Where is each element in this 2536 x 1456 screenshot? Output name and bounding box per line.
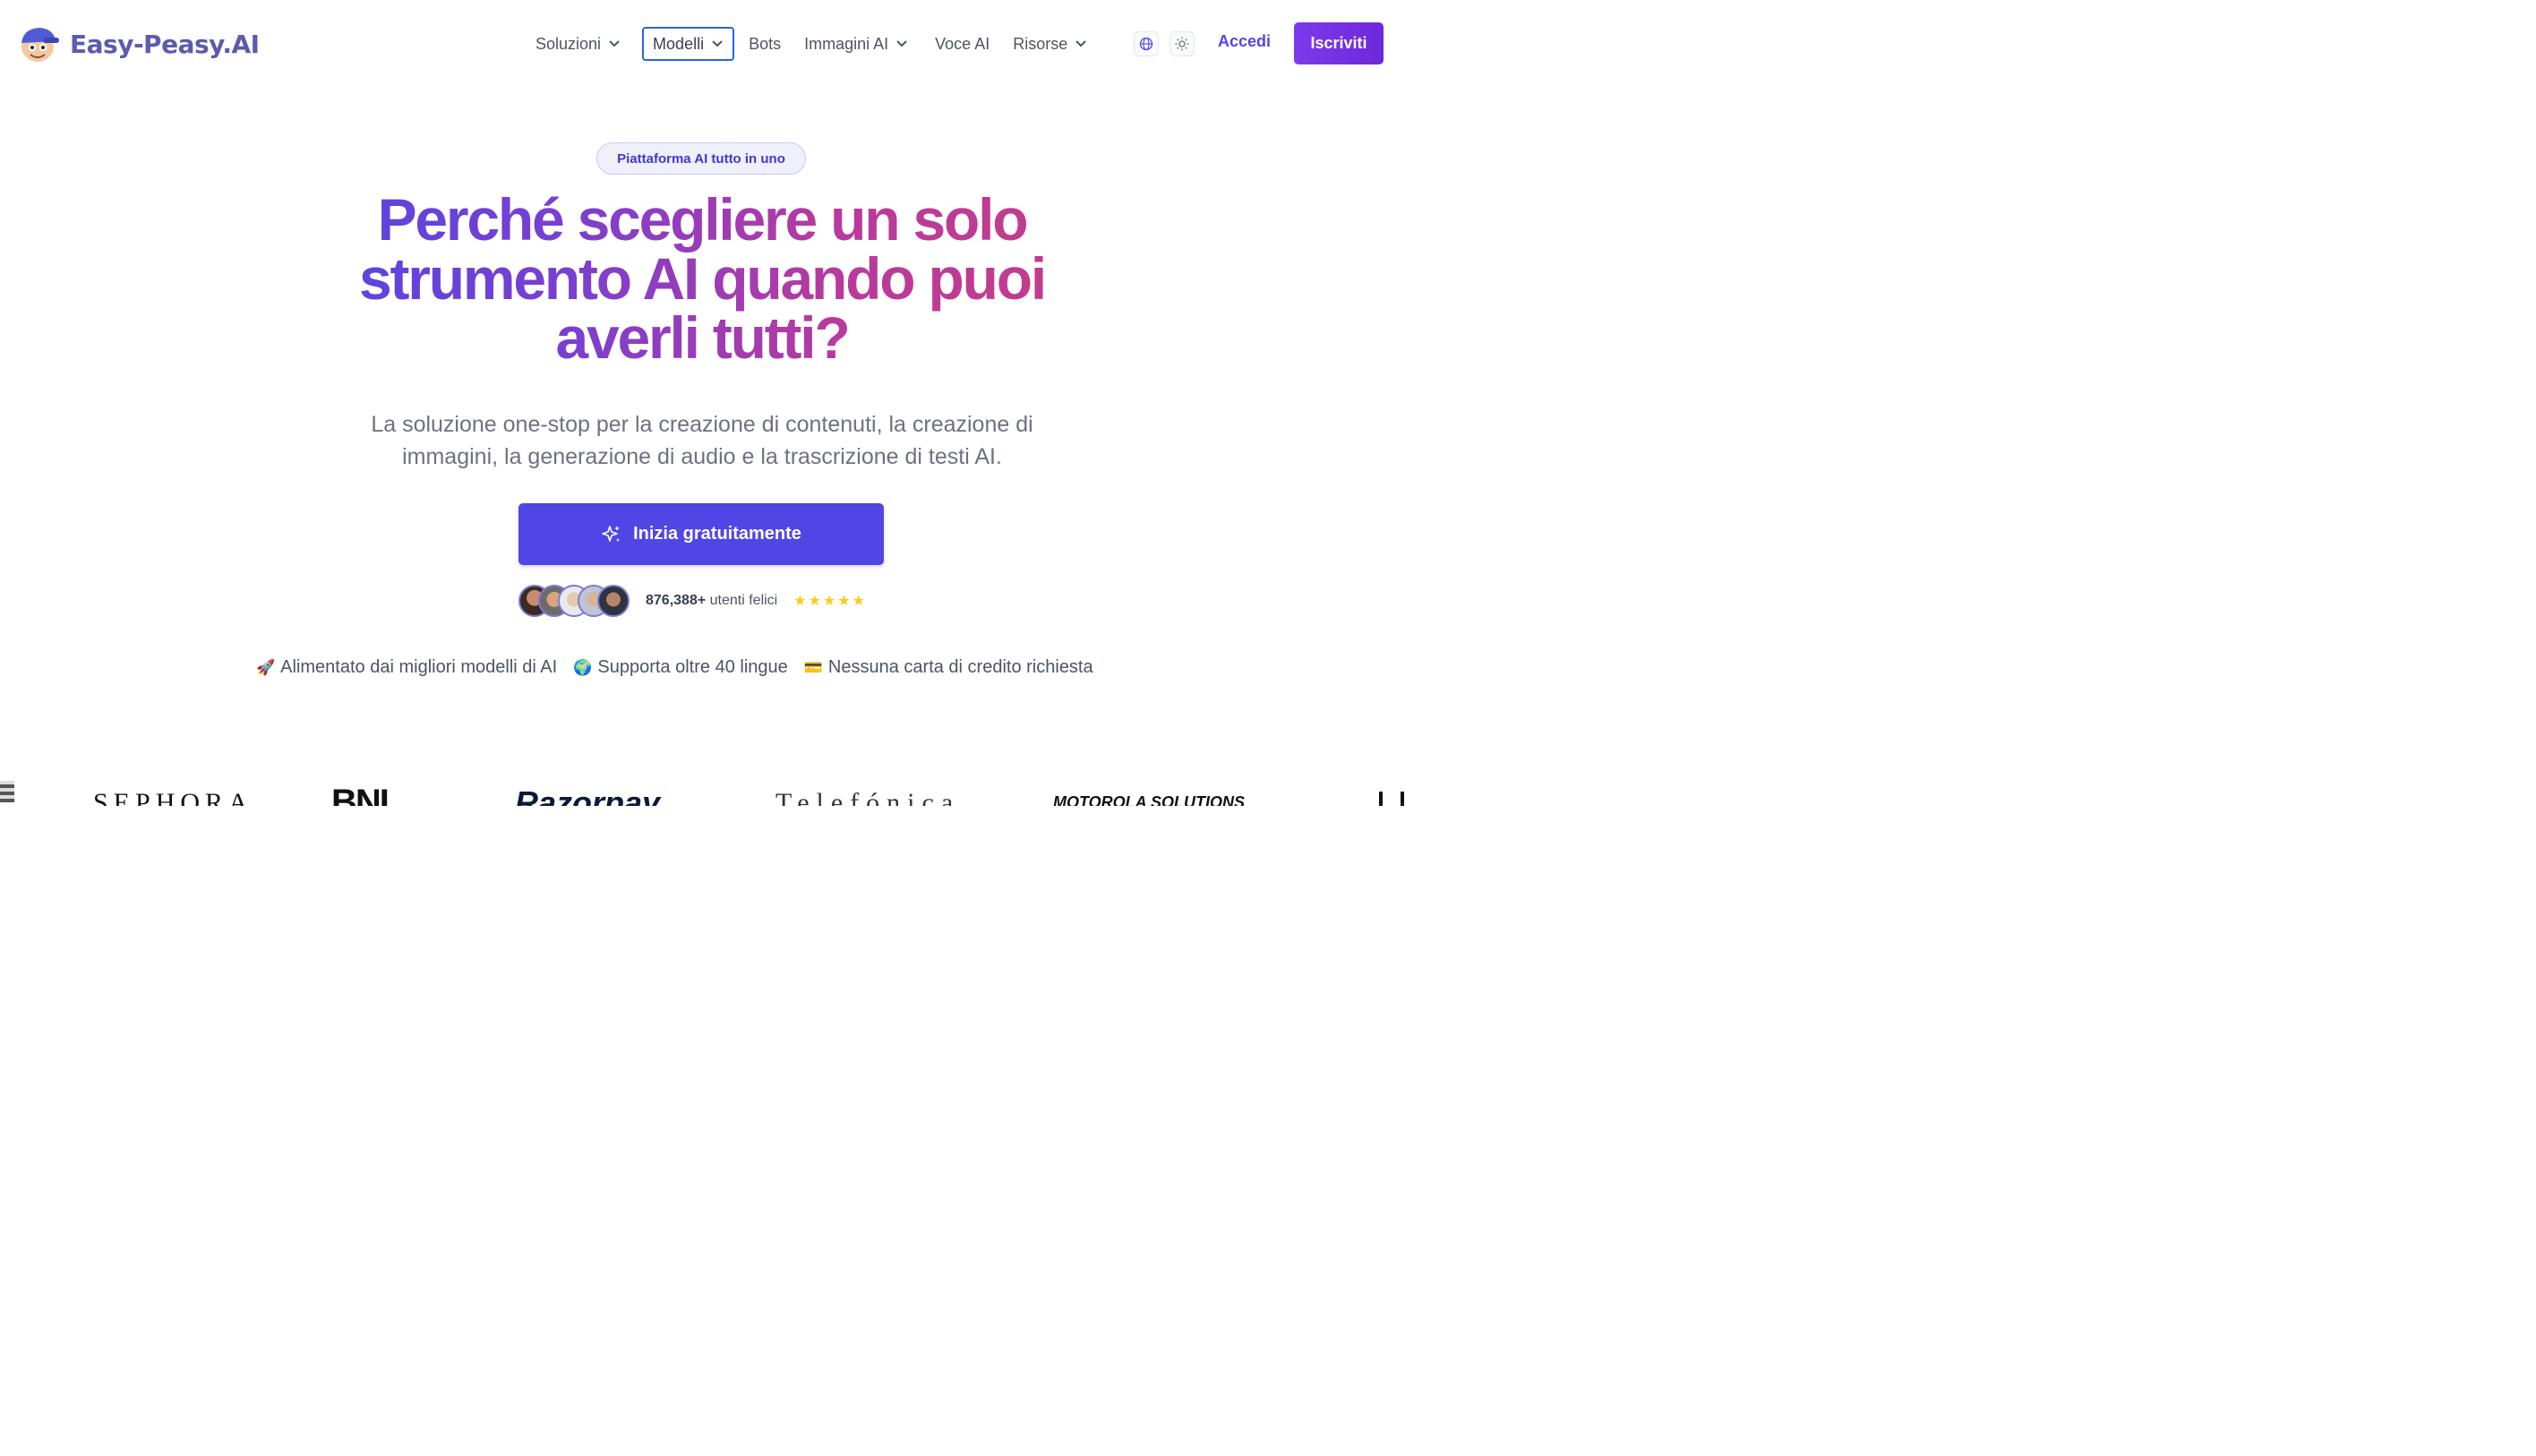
- globe-emoji-icon: 🌍: [573, 658, 593, 676]
- logo-sephora: SEPHORA: [93, 788, 253, 806]
- logo-motorola: MOTOROLA SOLUTIONS: [1053, 793, 1245, 806]
- logo-bni: BNI: [331, 783, 390, 806]
- feature-list: 🚀 Alimentato dai migliori modelli di AI …: [256, 657, 1093, 678]
- nav-item-immagini-ai[interactable]: Immagini AI: [793, 27, 919, 61]
- nav-item-label: Risorse: [1013, 34, 1068, 53]
- users-count: 876,388+: [646, 593, 707, 608]
- logo-razorpay: Razorpay: [515, 784, 661, 806]
- nav-item-modelli[interactable]: Modelli: [642, 27, 735, 61]
- customer-logos: SEPHORA BNI Razorpay Telefónica MOTOROLA…: [0, 770, 1404, 806]
- brand-logo[interactable]: Easy-Peasy.AI: [16, 23, 260, 64]
- subtitle-line: La soluzione one-stop per la creazione d…: [371, 412, 1033, 437]
- signup-button[interactable]: Iscriviti: [1294, 22, 1384, 64]
- chevron-down-icon: [1075, 40, 1086, 47]
- globe-icon: [1139, 37, 1153, 51]
- logo-telefonica: Telefónica: [775, 788, 961, 806]
- language-button[interactable]: [1134, 31, 1159, 56]
- feature-label: Supporta oltre 40 lingue: [597, 657, 788, 677]
- users-label: utenti felici: [709, 593, 778, 608]
- top-navbar: Easy-Peasy.AI Soluzioni Modelli Bots Imm…: [0, 0, 1404, 86]
- partial-logo: [0, 781, 14, 802]
- headline-line: averli tutti?: [555, 304, 849, 371]
- feature-label: Nessuna carta di credito richiesta: [827, 657, 1093, 677]
- nav-item-label: Voce AI: [935, 34, 990, 53]
- theme-toggle-button[interactable]: [1169, 31, 1195, 56]
- brand-name: Easy-Peasy.AI: [70, 29, 260, 59]
- user-avatars: [518, 584, 631, 618]
- credit-card-icon: 💳: [803, 658, 823, 676]
- chevron-down-icon: [609, 40, 620, 47]
- sparkles-icon: [602, 525, 621, 542]
- nav-item-label: Soluzioni: [535, 34, 602, 53]
- users-count-text: 876,388+ utenti felici: [646, 593, 777, 609]
- feature-label: Alimentato dai migliori modelli di AI: [280, 657, 558, 677]
- nav-item-bots[interactable]: Bots: [738, 27, 792, 61]
- avatar: [597, 585, 630, 617]
- nav-item-soluzioni[interactable]: Soluzioni: [525, 27, 631, 61]
- nav-item-risorse[interactable]: Risorse: [1002, 27, 1098, 61]
- mascot-logo-icon: [16, 23, 63, 64]
- sun-icon: [1175, 37, 1189, 51]
- cta-label: Inizia gratuitamente: [633, 524, 801, 544]
- chevron-down-icon: [896, 40, 907, 47]
- headline-line: strumento AI quando puoi: [358, 245, 1045, 312]
- feature-item: 🌍 Supporta oltre 40 lingue: [573, 657, 788, 678]
- main-menu: Soluzioni Modelli Bots Immagini AI Voce …: [525, 27, 1098, 61]
- rocket-icon: 🚀: [256, 658, 276, 676]
- hero-badge: Piattaforma AI tutto in uno: [596, 142, 806, 175]
- nav-item-voce-ai[interactable]: Voce AI: [924, 27, 1000, 61]
- partial-logo: [1379, 792, 1404, 806]
- subtitle-line: immagini, la generazione di audio e la t…: [402, 444, 1002, 469]
- nav-item-label: Bots: [749, 34, 782, 53]
- social-proof: 876,388+ utenti felici ★★★★★: [518, 584, 867, 618]
- hero-subtitle: La soluzione one-stop per la creazione d…: [304, 408, 1100, 473]
- chevron-down-icon: [712, 40, 723, 47]
- nav-item-label: Immagini AI: [804, 34, 889, 53]
- login-link[interactable]: Accedi: [1218, 32, 1271, 51]
- hero-headline: Perché scegliere un solo strumento AI qu…: [269, 190, 1135, 367]
- feature-item: 💳 Nessuna carta di credito richiesta: [804, 657, 1093, 678]
- rating-stars: ★★★★★: [793, 594, 867, 609]
- headline-line: Perché scegliere un solo: [377, 186, 1027, 253]
- nav-item-label: Modelli: [653, 34, 705, 53]
- feature-item: 🚀 Alimentato dai migliori modelli di AI: [256, 657, 557, 678]
- start-free-button[interactable]: Inizia gratuitamente: [518, 503, 884, 565]
